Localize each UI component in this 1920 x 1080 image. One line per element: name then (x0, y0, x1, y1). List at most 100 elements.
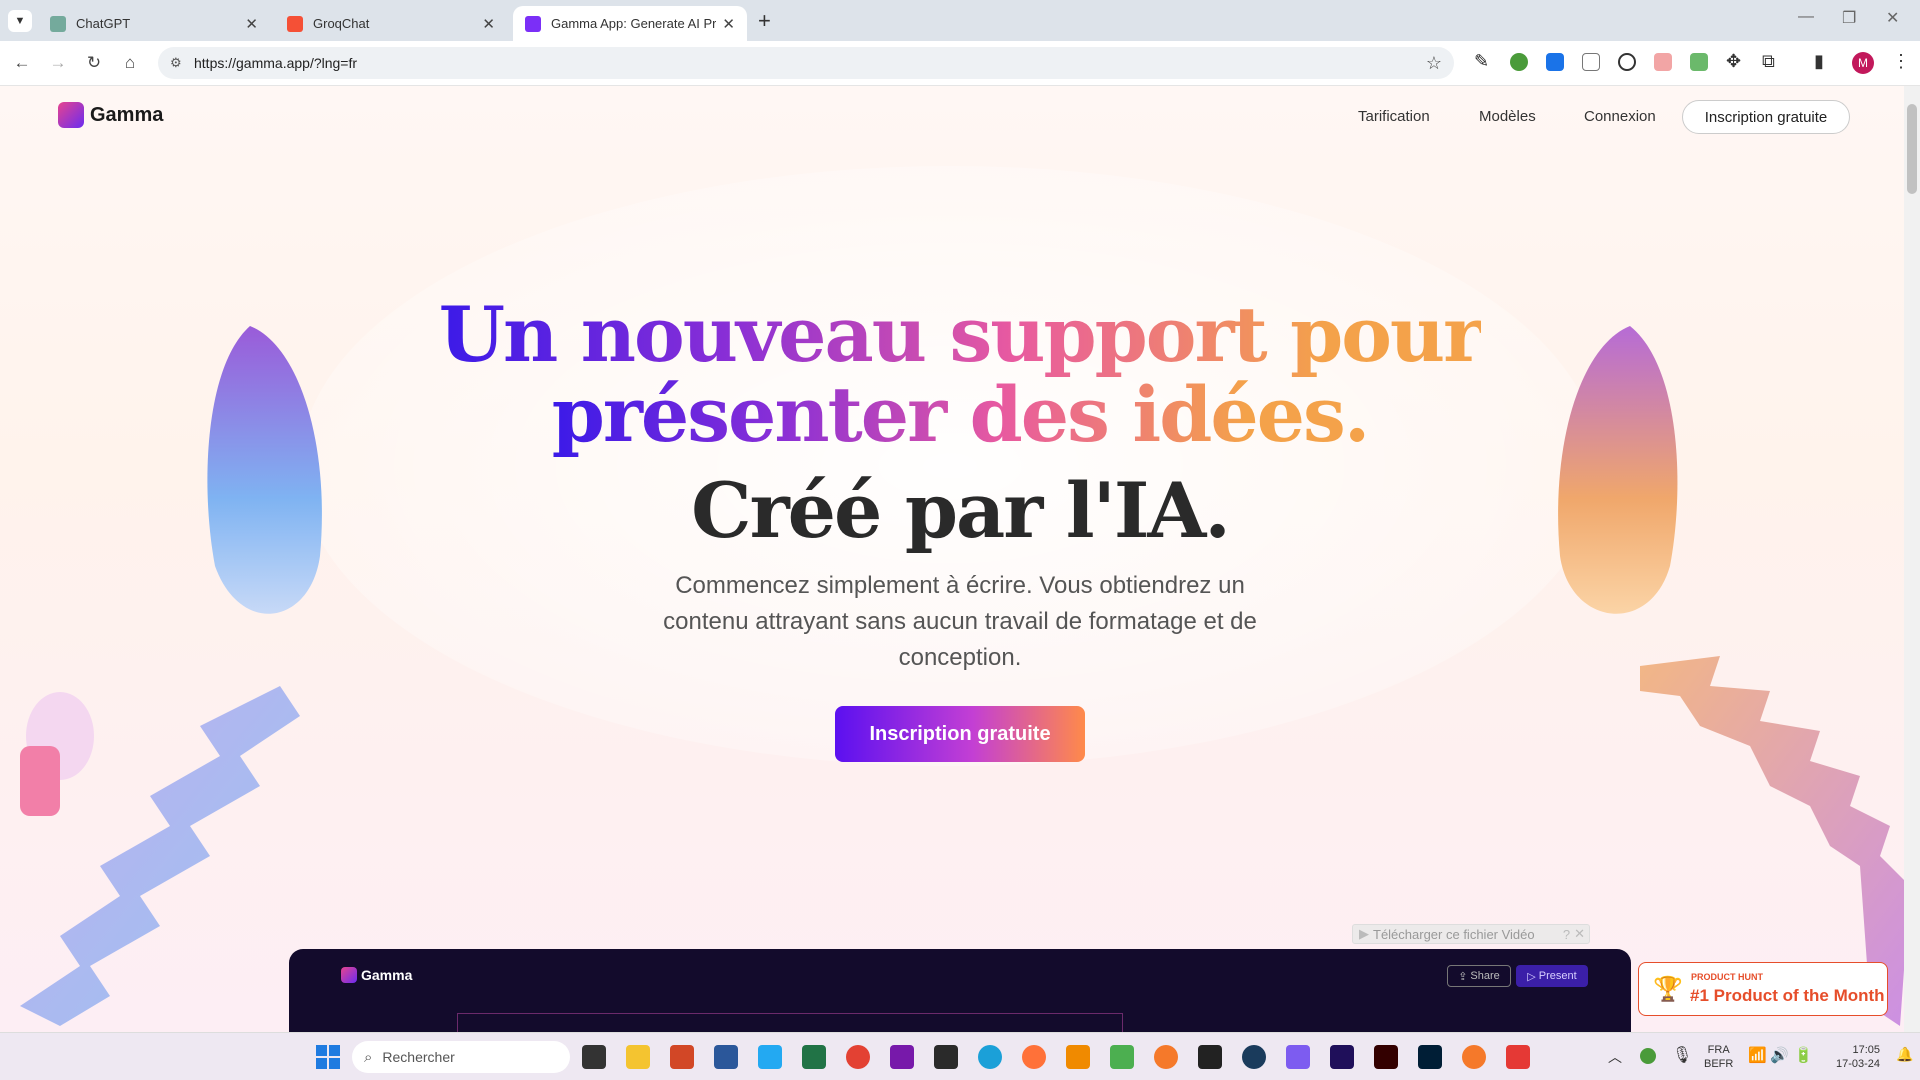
video-download-label: Télécharger ce fichier Vidéo (1373, 926, 1535, 942)
after-effects-icon[interactable] (1330, 1045, 1354, 1069)
word-icon[interactable] (714, 1045, 738, 1069)
blue-extension-icon[interactable] (1546, 53, 1564, 71)
nav-pricing[interactable]: Tarification (1358, 108, 1430, 125)
present-label: Present (1538, 970, 1577, 982)
volume-icon[interactable]: 🔊 (1770, 1046, 1789, 1064)
tab-gamma[interactable]: Gamma App: Generate AI Prese ✕ (513, 6, 747, 41)
side-panel-icon[interactable]: ▮ (1814, 51, 1824, 72)
arrow-left-icon: ← (13, 53, 31, 72)
camtasia-icon[interactable] (1110, 1045, 1134, 1069)
illustrator-icon[interactable] (1374, 1045, 1398, 1069)
new-tab-button[interactable]: + (758, 8, 771, 34)
green-extension-icon[interactable] (1510, 53, 1528, 71)
product-hunt-badge[interactable]: 🏆 PRODUCT HUNT #1 Product of the Month (1638, 962, 1888, 1016)
home-button[interactable]: ⌂ (116, 49, 144, 77)
windows-taskbar: ⌕ Rechercher ︿ 🎙 FRA BEFR 📶 🔊 🔋 17:05 17… (0, 1032, 1920, 1080)
play-icon: ▶ (1359, 926, 1369, 941)
camtasia-recorder-icon[interactable] (1506, 1045, 1530, 1069)
chrome-icon[interactable] (846, 1045, 870, 1069)
scrollbar-thumb[interactable] (1907, 104, 1917, 194)
language-indicator[interactable]: FRA BEFR (1704, 1043, 1733, 1071)
search-placeholder: Rechercher (382, 1049, 455, 1065)
image-extension-icon[interactable] (1690, 53, 1708, 71)
trophy-icon: 🏆 (1653, 976, 1683, 1003)
language-code: FRA (1707, 1044, 1730, 1056)
mail-extension-icon[interactable] (1582, 53, 1600, 71)
logo-text: Gamma (90, 103, 164, 126)
puzzle-icon[interactable]: ⧉ (1762, 51, 1775, 72)
close-icon[interactable]: ✕ (1574, 926, 1585, 942)
microphone-icon[interactable]: 🎙 (1672, 1045, 1692, 1065)
battery-icon[interactable]: 🔋 (1794, 1046, 1813, 1064)
signup-cta-button[interactable]: Inscription gratuite (835, 706, 1085, 762)
taskbar-search[interactable]: ⌕ Rechercher (352, 1041, 570, 1073)
share-label: Share (1470, 970, 1500, 982)
restore-button[interactable]: ❐ (1842, 8, 1856, 28)
arrow-right-icon: → (49, 53, 67, 72)
minimize-button[interactable]: — (1798, 8, 1814, 26)
star-icon[interactable]: ☆ (1426, 47, 1442, 79)
profile-avatar[interactable]: M (1852, 52, 1874, 74)
help-icon[interactable]: ? (1563, 927, 1570, 942)
page-scrollbar[interactable] (1904, 86, 1920, 1032)
back-button[interactable]: ← (8, 49, 36, 77)
unity-icon[interactable] (1198, 1045, 1222, 1069)
gamma-logo[interactable]: Gamma (58, 102, 163, 128)
hero-headline-line1: Un nouveau support pour (0, 294, 1920, 376)
demo-logo-text: Gamma (361, 967, 413, 983)
powerpoint-icon[interactable] (670, 1045, 694, 1069)
signup-button-header[interactable]: Inscription gratuite (1682, 100, 1850, 134)
tab-groqchat[interactable]: GroqChat ✕ (275, 6, 507, 41)
blender-2-icon[interactable] (1462, 1045, 1486, 1069)
tab-chatgpt[interactable]: ChatGPT ✕ (38, 6, 270, 41)
forward-button[interactable]: → (44, 49, 72, 77)
wifi-icon[interactable]: 📶 (1748, 1046, 1767, 1064)
vscode-icon[interactable] (758, 1045, 782, 1069)
windows-start-icon[interactable] (316, 1045, 340, 1069)
globe-app-icon[interactable] (1242, 1045, 1266, 1069)
close-icon[interactable]: ✕ (245, 15, 258, 33)
product-demo-preview: Gamma ⇪ Share ▷ Present (289, 949, 1631, 1032)
site-info-icon[interactable]: ⚙ (170, 47, 182, 79)
tab-search-button[interactable]: ▼ (8, 10, 32, 32)
close-icon[interactable]: ✕ (722, 15, 735, 33)
onenote-icon[interactable] (890, 1045, 914, 1069)
file-explorer-icon[interactable] (626, 1045, 650, 1069)
clock[interactable]: 17:05 17-03-24 (1836, 1043, 1880, 1071)
address-bar[interactable]: ⚙ https://gamma.app/?lng=fr ☆ (158, 47, 1454, 79)
close-icon[interactable]: ✕ (482, 15, 495, 33)
product-hunt-kicker: PRODUCT HUNT (1691, 972, 1763, 982)
chevron-up-icon[interactable]: ︿ (1608, 1047, 1622, 1067)
reload-icon: ↻ (86, 53, 102, 72)
epic-games-icon[interactable] (934, 1045, 958, 1069)
firefox-icon[interactable] (1022, 1045, 1046, 1069)
nav-templates[interactable]: Modèles (1479, 108, 1536, 125)
keyboard-layout: BEFR (1704, 1058, 1734, 1070)
pen-extension-icon[interactable]: ✎ (1474, 51, 1489, 72)
app-tray-icon[interactable] (1640, 1048, 1656, 1064)
notification-icon[interactable]: 🔔 (1896, 1046, 1913, 1063)
fl-studio-icon[interactable] (1066, 1045, 1090, 1069)
tab-title: GroqChat (313, 16, 370, 31)
play-icon: ▷ (1527, 970, 1536, 983)
reload-button[interactable]: ↻ (80, 49, 108, 77)
photoshop-icon[interactable] (1418, 1045, 1442, 1069)
gamma-favicon-icon (525, 15, 541, 32)
edge-icon[interactable] (978, 1045, 1002, 1069)
calendar-extension-icon[interactable] (1654, 53, 1672, 71)
nav-login[interactable]: Connexion (1584, 108, 1656, 125)
blender-icon[interactable] (1154, 1045, 1178, 1069)
window-close-button[interactable]: ✕ (1886, 8, 1899, 28)
video-download-bar[interactable]: ▶ Télécharger ce fichier Vidéo ? ✕ (1352, 924, 1590, 944)
groq-favicon-icon (287, 15, 303, 32)
canva-icon[interactable] (1286, 1045, 1310, 1069)
excel-icon[interactable] (802, 1045, 826, 1069)
clock-time: 17:05 (1852, 1044, 1881, 1056)
move-extension-icon[interactable]: ✥ (1726, 51, 1741, 72)
more-menu-icon[interactable]: ⋮ (1892, 51, 1910, 72)
chatgpt-favicon-icon (50, 15, 66, 32)
task-view-icon[interactable] (582, 1045, 606, 1069)
record-extension-icon[interactable] (1618, 53, 1636, 71)
hero-line2-text: présenter des idées. (551, 370, 1371, 459)
hero-headline-line2: présenter des idées. (0, 374, 1920, 456)
